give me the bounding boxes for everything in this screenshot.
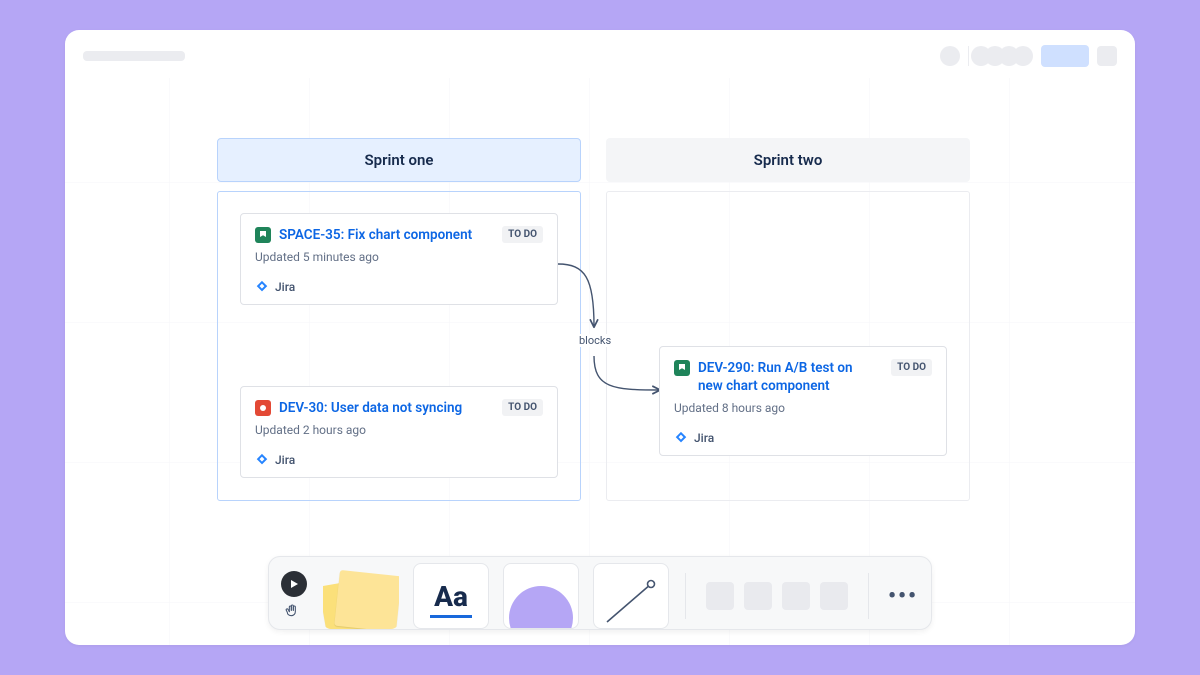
column-title: Sprint two <box>754 151 823 169</box>
shape-tool[interactable] <box>503 563 579 629</box>
column-header-sprint-one[interactable]: Sprint one <box>217 138 581 182</box>
column-title: Sprint one <box>365 151 434 169</box>
card-source-label: Jira <box>275 453 295 467</box>
top-bar <box>65 44 1135 68</box>
status-badge: TO DO <box>502 226 543 243</box>
column-header-sprint-two[interactable]: Sprint two <box>606 138 970 182</box>
jira-card-space-35[interactable]: SPACE-35: Fix chart component TO DO Upda… <box>240 213 558 305</box>
pointer-tool[interactable] <box>281 571 307 597</box>
cursor-tool-group <box>279 563 309 629</box>
app-window: Sprint one Sprint two blocks <box>65 30 1135 645</box>
toolbar-separator <box>685 573 686 619</box>
connector-label: blocks <box>577 334 613 347</box>
top-right-controls <box>940 45 1117 67</box>
card-updated: Updated 5 minutes ago <box>255 250 543 264</box>
jira-icon <box>255 280 269 294</box>
share-button-placeholder[interactable] <box>1041 45 1089 67</box>
story-icon <box>255 227 271 243</box>
status-badge: TO DO <box>891 359 932 376</box>
sticky-note-tool[interactable] <box>323 563 399 629</box>
card-source: Jira <box>255 280 543 294</box>
card-updated: Updated 8 hours ago <box>674 401 932 415</box>
text-tool[interactable]: Aa <box>413 563 489 629</box>
story-icon <box>674 360 690 376</box>
user-avatar-placeholder[interactable] <box>940 46 960 66</box>
menu-button-placeholder[interactable] <box>1097 46 1117 66</box>
card-source-label: Jira <box>275 280 295 294</box>
more-tools-button[interactable]: ••• <box>885 563 921 629</box>
jira-icon <box>674 431 688 445</box>
jira-icon <box>255 453 269 467</box>
title-placeholder <box>83 51 185 61</box>
status-badge: TO DO <box>502 399 543 416</box>
card-source: Jira <box>255 453 543 467</box>
line-tool[interactable] <box>593 563 669 629</box>
divider <box>968 46 969 66</box>
jira-card-dev-30[interactable]: DEV-30: User data not syncing TO DO Upda… <box>240 386 558 478</box>
card-title: DEV-30: User data not syncing <box>279 399 488 417</box>
tool-placeholder[interactable] <box>744 582 772 610</box>
card-source: Jira <box>674 431 932 445</box>
bug-icon <box>255 400 271 416</box>
toolbar-separator <box>868 573 869 619</box>
jira-card-dev-290[interactable]: DEV-290: Run A/B test on new chart compo… <box>659 346 947 456</box>
tool-placeholder[interactable] <box>820 582 848 610</box>
card-source-label: Jira <box>694 431 714 445</box>
card-title: DEV-290: Run A/B test on new chart compo… <box>698 359 877 395</box>
tool-placeholder[interactable] <box>782 582 810 610</box>
collaborator-avatars[interactable] <box>977 46 1033 66</box>
bottom-toolbar: Aa ••• <box>268 556 932 630</box>
text-tool-label: Aa <box>430 580 472 618</box>
circle-shape-icon <box>509 586 573 629</box>
template-tools-placeholder <box>702 563 852 629</box>
card-title: SPACE-35: Fix chart component <box>279 226 488 244</box>
avatar-placeholder <box>1013 46 1033 66</box>
tool-placeholder[interactable] <box>706 582 734 610</box>
hand-tool[interactable] <box>281 601 303 621</box>
card-updated: Updated 2 hours ago <box>255 423 543 437</box>
